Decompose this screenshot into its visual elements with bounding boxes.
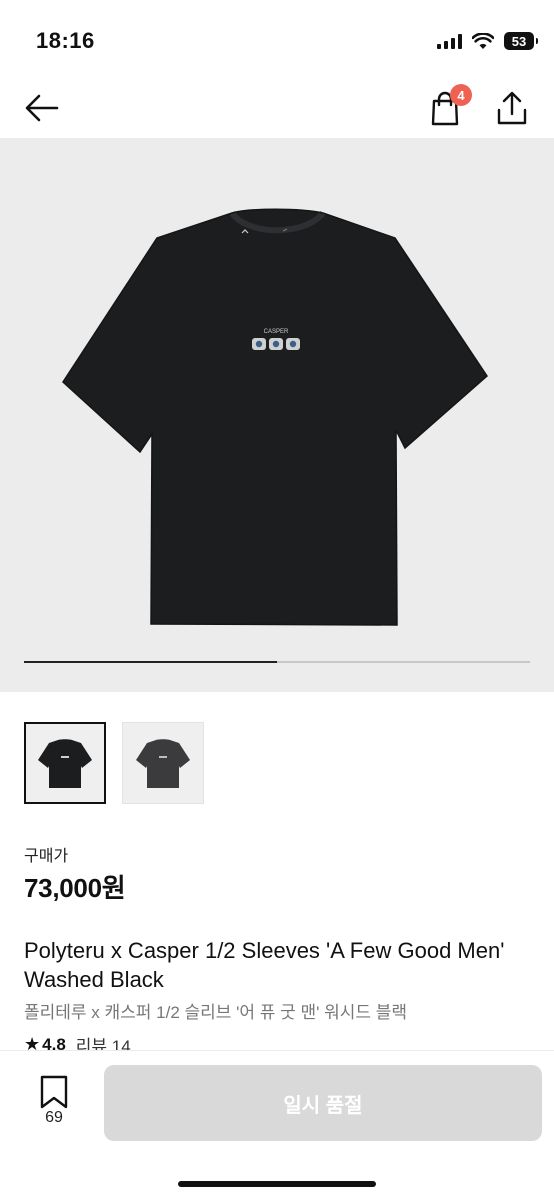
product-image-carousel[interactable]: CASPER [0, 138, 554, 692]
print-text: CASPER [264, 329, 289, 335]
thumbnail-tshirt-image [136, 739, 190, 788]
status-bar: 18:16 53 [0, 0, 554, 80]
carousel-progress-fill [24, 661, 277, 663]
buy-button-sold-out[interactable]: 일시 품절 [104, 1065, 542, 1141]
cart-count-badge: 4 [450, 84, 472, 106]
thumbnail-2[interactable] [122, 722, 204, 804]
arrow-left-icon [25, 94, 59, 122]
bookmark-icon [40, 1075, 68, 1109]
status-time: 18:16 [36, 28, 95, 53]
bottom-action-bar: 69 일시 품절 [0, 1050, 554, 1201]
share-button[interactable] [494, 88, 530, 128]
home-indicator [178, 1181, 376, 1187]
product-title: Polyteru x Casper 1/2 Sleeves 'A Few Goo… [24, 938, 505, 992]
thumbnail-1[interactable] [24, 722, 106, 804]
product-title-korean: 폴리테루 x 캐스퍼 1/2 슬리브 '어 퓨 굿 맨' 워시드 블랙 [24, 1003, 408, 1022]
price: 73,000원 [24, 873, 126, 903]
save-button[interactable]: 69 [30, 1075, 78, 1135]
wifi-icon [472, 32, 494, 49]
save-count: 69 [45, 1109, 63, 1126]
cart-button[interactable]: 4 [426, 84, 472, 128]
back-button[interactable] [22, 88, 62, 128]
cellular-signal-icon [437, 33, 462, 49]
product-tshirt-image: CASPER [62, 208, 488, 626]
price-label: 구매가 [24, 848, 69, 865]
thumbnail-tshirt-image [38, 739, 92, 788]
battery-icon: 53 [504, 32, 538, 50]
nav-bar: 4 [0, 80, 554, 138]
status-icons: 53 [437, 30, 538, 52]
battery-level: 53 [511, 33, 527, 49]
thumbnail-list [24, 722, 204, 806]
share-icon [497, 91, 527, 125]
carousel-progress [24, 661, 530, 663]
